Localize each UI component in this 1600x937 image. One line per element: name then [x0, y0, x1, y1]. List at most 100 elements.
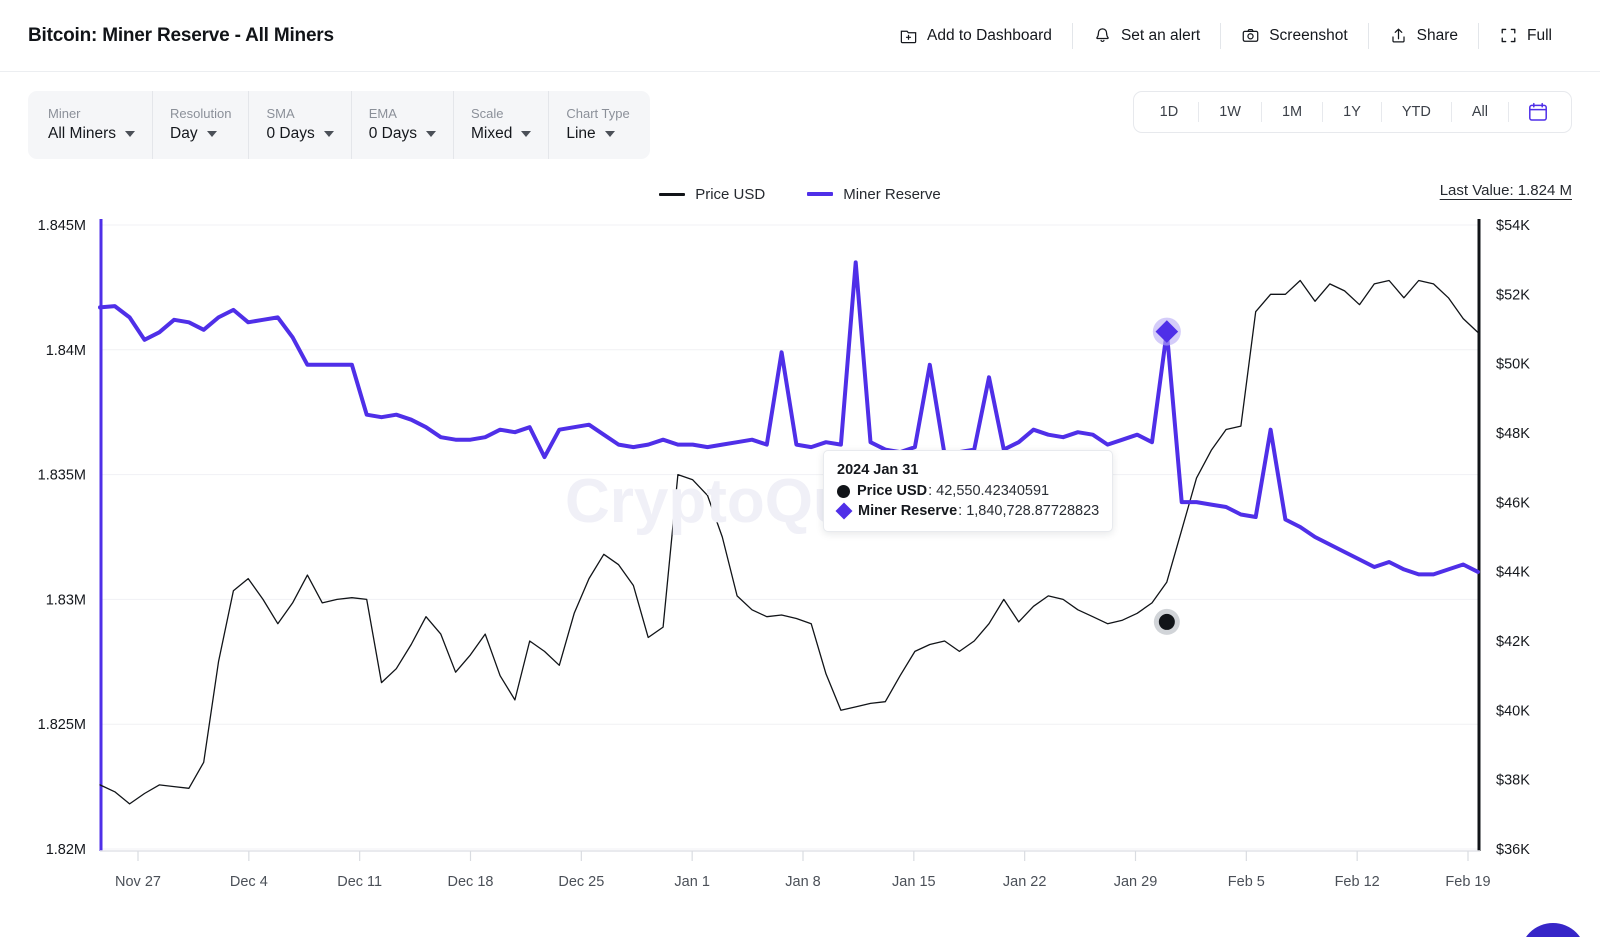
chevron-down-icon — [206, 131, 217, 138]
set-an-alert-button[interactable]: Set an alert — [1073, 19, 1220, 53]
svg-text:Jan 8: Jan 8 — [785, 874, 820, 890]
svg-text:$42K: $42K — [1496, 634, 1530, 650]
tooltip-row-reserve: Miner Reserve : 1,840,728.87728823 — [835, 501, 1100, 521]
chevron-down-icon — [425, 131, 436, 138]
tooltip-date: 2024 Jan 31 — [837, 462, 919, 478]
legend-item-miner-reserve[interactable]: Miner Reserve — [807, 186, 941, 203]
svg-text:Jan 22: Jan 22 — [1003, 874, 1047, 890]
svg-text:1.835M: 1.835M — [38, 468, 86, 484]
chart-tooltip: 2024 Jan 31 Price USD : 42,550.42340591 … — [823, 450, 1114, 532]
svg-text:Dec 25: Dec 25 — [558, 874, 604, 890]
chart-legend: Price USD Miner Reserve — [0, 181, 1600, 207]
tooltip-price-value: : 42,550.42340591 — [928, 483, 1050, 499]
svg-text:$52K: $52K — [1496, 287, 1530, 303]
add-to-dashboard-button[interactable]: Add to Dashboard — [879, 19, 1072, 53]
range-1m[interactable]: 1M — [1262, 105, 1322, 120]
full-screen-button[interactable]: Full — [1479, 19, 1572, 53]
filter-resolution-value: Day — [170, 125, 198, 143]
plot-area: 1.845M 1.84M 1.835M 1.83M 1.825M 1.82M $54K $52… — [0, 217, 1600, 937]
svg-text:Dec 18: Dec 18 — [448, 874, 494, 890]
range-1w[interactable]: 1W — [1199, 105, 1261, 120]
range-all[interactable]: All — [1452, 105, 1508, 120]
svg-text:$54K: $54K — [1496, 218, 1530, 234]
share-label: Share — [1416, 26, 1459, 44]
svg-text:Jan 29: Jan 29 — [1114, 874, 1158, 890]
chart-filter-group: Miner All Miners Resolution Day SMA 0 Da… — [28, 91, 650, 159]
legend-swatch-miner-reserve — [807, 192, 834, 196]
svg-text:Jan 15: Jan 15 — [892, 874, 936, 890]
filter-chart-type-value: Line — [566, 125, 596, 143]
svg-text:Feb 19: Feb 19 — [1445, 874, 1490, 890]
legend-label-miner-reserve: Miner Reserve — [843, 185, 941, 203]
svg-text:1.83M: 1.83M — [46, 592, 86, 608]
camera-icon — [1242, 28, 1259, 42]
screenshot-label: Screenshot — [1269, 26, 1348, 44]
tooltip-reserve-key: Miner Reserve — [858, 503, 958, 519]
svg-text:$48K: $48K — [1496, 426, 1530, 442]
set-an-alert-label: Set an alert — [1120, 26, 1201, 44]
filter-sma-value: 0 Days — [266, 125, 315, 143]
filter-miner-value: All Miners — [48, 125, 117, 143]
screenshot-button[interactable]: Screenshot — [1221, 19, 1367, 53]
svg-text:Feb 12: Feb 12 — [1335, 874, 1380, 890]
range-ytd[interactable]: YTD — [1382, 105, 1451, 120]
range-1y[interactable]: 1Y — [1323, 105, 1381, 120]
controls-row: Miner All Miners Resolution Day SMA 0 Da… — [0, 72, 1600, 159]
filter-resolution[interactable]: Resolution Day — [153, 91, 250, 159]
tooltip-reserve-value: : 1,840,728.87728823 — [958, 503, 1100, 519]
last-value-label[interactable]: Last Value: 1.824 M — [1440, 182, 1572, 199]
tooltip-price-key: Price USD — [857, 483, 928, 499]
svg-text:$40K: $40K — [1496, 703, 1530, 719]
header-actions: Add to Dashboard Set an alert Screenshot — [879, 19, 1572, 53]
filter-ema-label: EMA — [368, 105, 397, 121]
app-header: Bitcoin: Miner Reserve - All Miners Add … — [0, 0, 1600, 72]
svg-text:$46K: $46K — [1496, 495, 1530, 511]
filter-ema-value: 0 Days — [368, 125, 417, 143]
svg-text:Dec 11: Dec 11 — [337, 874, 382, 890]
chevron-down-icon — [521, 131, 532, 138]
full-screen-label: Full — [1527, 26, 1552, 44]
svg-text:Nov 27: Nov 27 — [115, 874, 161, 890]
filter-miner[interactable]: Miner All Miners — [28, 91, 154, 159]
filter-chart-type[interactable]: Chart Type Line — [549, 91, 649, 159]
fullscreen-icon — [1501, 28, 1516, 43]
svg-text:1.825M: 1.825M — [38, 717, 86, 733]
svg-text:$50K: $50K — [1496, 357, 1530, 373]
share-button[interactable]: Share — [1369, 19, 1478, 53]
filter-scale-value: Mixed — [470, 125, 513, 143]
svg-text:Jan 1: Jan 1 — [674, 874, 709, 890]
tooltip-row-price: Price USD : 42,550.42340591 — [837, 481, 1099, 501]
filter-sma[interactable]: SMA 0 Days — [249, 91, 352, 159]
filter-chart-type-label: Chart Type — [566, 105, 630, 121]
svg-text:$44K: $44K — [1496, 565, 1530, 581]
legend-item-price-usd[interactable]: Price USD — [659, 186, 765, 203]
chevron-down-icon — [125, 131, 136, 138]
chart-container: Price USD Miner Reserve Last Value: 1.82… — [0, 181, 1600, 937]
svg-text:$38K: $38K — [1496, 773, 1530, 789]
chevron-down-icon — [604, 131, 615, 138]
chevron-down-icon — [323, 131, 334, 138]
range-1d[interactable]: 1D — [1140, 105, 1199, 120]
filter-scale-label: Scale — [470, 105, 504, 121]
add-to-dashboard-label: Add to Dashboard — [926, 26, 1052, 44]
legend-swatch-price-usd — [659, 192, 686, 196]
filter-ema[interactable]: EMA 0 Days — [352, 91, 454, 159]
circle-marker-icon — [837, 484, 850, 498]
filter-scale[interactable]: Scale Mixed — [454, 91, 550, 159]
diamond-marker-icon — [835, 502, 853, 520]
legend-label-price-usd: Price USD — [695, 185, 766, 203]
page-title: Bitcoin: Miner Reserve - All Miners — [28, 24, 334, 46]
share-icon — [1392, 28, 1405, 43]
svg-text:Feb 5: Feb 5 — [1228, 874, 1265, 890]
bell-icon — [1096, 28, 1109, 43]
calendar-icon — [1529, 102, 1547, 121]
chart-svg: 1.845M 1.84M 1.835M 1.83M 1.825M 1.82M $54K $52… — [38, 218, 1531, 890]
svg-text:1.845M: 1.845M — [38, 218, 86, 234]
filter-sma-label: SMA — [266, 105, 295, 121]
svg-text:1.84M: 1.84M — [46, 343, 86, 359]
filter-resolution-label: Resolution — [170, 105, 232, 121]
date-picker-button[interactable] — [1509, 101, 1565, 123]
add-to-dashboard-icon — [900, 30, 917, 44]
filter-miner-label: Miner — [48, 105, 81, 121]
time-range-group: 1D 1W 1M 1Y YTD All — [1132, 91, 1572, 133]
